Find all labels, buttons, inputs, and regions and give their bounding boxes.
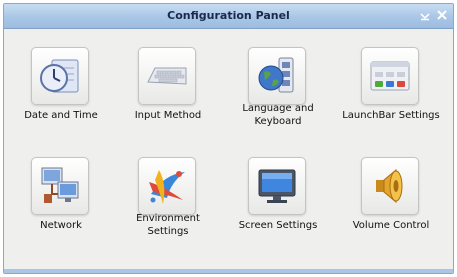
keyboard-icon: [147, 67, 187, 85]
item-label: Network: [40, 220, 82, 231]
speaker-icon: [376, 168, 403, 204]
item-label-line1: Language and: [242, 103, 314, 114]
item-label: Screen Settings: [238, 220, 318, 231]
item-label-line2: Keyboard: [254, 116, 302, 127]
window-title: Configuration Panel: [167, 9, 290, 22]
icon-tile: [138, 47, 196, 105]
title-bar[interactable]: Configuration Panel: [4, 4, 453, 29]
close-icon[interactable]: [435, 8, 449, 22]
icon-tile: [248, 47, 306, 105]
item-language-and-keyboard[interactable]: Language and Keyboard: [226, 29, 330, 139]
environment-swirl-icon: [149, 170, 185, 204]
item-label-line2: Settings: [147, 226, 189, 237]
launchbar-icon: [370, 61, 410, 91]
globe-keyboard-icon: [258, 57, 294, 93]
network-computers-icon: [41, 167, 79, 203]
icon-tile: [248, 157, 306, 215]
item-label-line1: Environment: [136, 213, 200, 224]
minimize-icon[interactable]: [418, 8, 432, 22]
icon-tile: [31, 47, 89, 105]
icon-tile: [31, 157, 89, 215]
item-label: Volume Control: [352, 220, 430, 231]
item-launchbar-settings[interactable]: LaunchBar Settings: [339, 29, 443, 139]
item-label: LaunchBar Settings: [342, 110, 440, 121]
item-label: Language and Keyboard: [226, 102, 330, 128]
icon-tile: [361, 157, 419, 215]
item-environment-settings[interactable]: Environment Settings: [116, 139, 220, 249]
panel-content: Date and Time Input Method Language and …: [4, 29, 453, 273]
configuration-panel-window: Configuration Panel Date and Time Input …: [3, 3, 454, 274]
item-input-method[interactable]: Input Method: [116, 29, 220, 139]
item-volume-control[interactable]: Volume Control: [339, 139, 443, 249]
clock-icon: [40, 59, 79, 93]
item-network[interactable]: Network: [9, 139, 113, 249]
item-label: Input Method: [134, 110, 202, 121]
icon-tile: [138, 157, 196, 215]
item-date-and-time[interactable]: Date and Time: [9, 29, 113, 139]
monitor-icon: [258, 169, 296, 203]
item-screen-settings[interactable]: Screen Settings: [226, 139, 330, 249]
item-label: Date and Time: [24, 110, 98, 121]
icon-tile: [361, 47, 419, 105]
item-label: Environment Settings: [116, 212, 220, 238]
window-bottom-border: [4, 269, 453, 273]
